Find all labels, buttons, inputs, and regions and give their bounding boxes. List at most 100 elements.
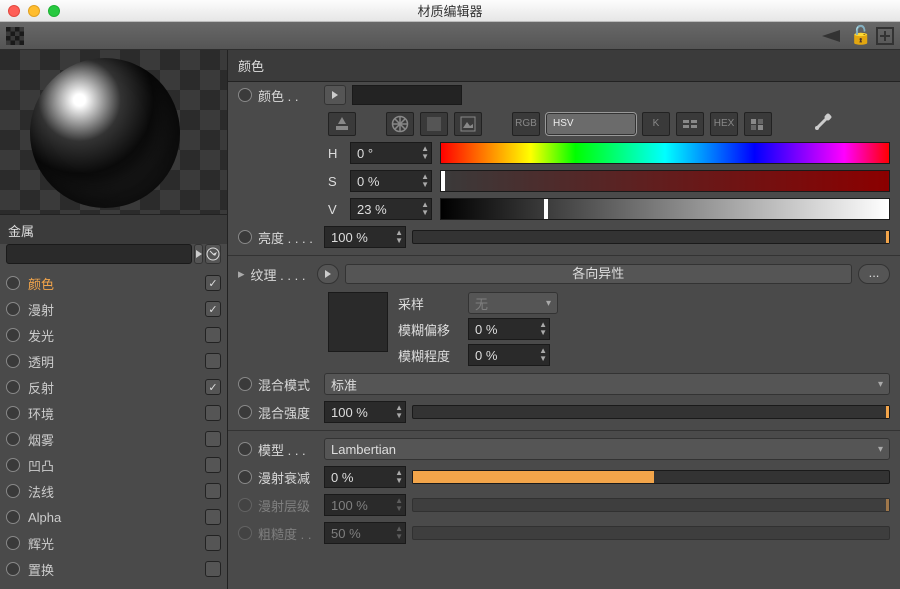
- section-header: 颜色: [228, 50, 900, 82]
- channel-radio[interactable]: [6, 276, 20, 290]
- channel-radio[interactable]: [6, 406, 20, 420]
- channel-row-6[interactable]: 烟雾: [6, 426, 221, 452]
- add-tab-icon[interactable]: [876, 27, 894, 45]
- channel-row-8[interactable]: 法线: [6, 478, 221, 504]
- v-input[interactable]: [350, 198, 432, 220]
- channel-radio[interactable]: [6, 562, 20, 576]
- blur-stepper[interactable]: ▲▼: [539, 347, 547, 363]
- h-stepper[interactable]: ▲▼: [421, 145, 429, 161]
- blend-mode-select[interactable]: 标准▾: [324, 373, 890, 395]
- h-input[interactable]: [350, 142, 432, 164]
- channel-row-5[interactable]: 环境: [6, 400, 221, 426]
- pick-button[interactable]: [205, 244, 221, 264]
- falloff-slider[interactable]: [412, 470, 890, 484]
- blur-input[interactable]: [468, 344, 550, 366]
- texture-more-button[interactable]: ...: [858, 264, 890, 284]
- channel-row-2[interactable]: 发光: [6, 322, 221, 348]
- close-window-icon[interactable]: [8, 5, 20, 17]
- color-radio[interactable]: [238, 88, 252, 102]
- brightness-slider[interactable]: [412, 230, 890, 244]
- swatches-icon[interactable]: [744, 112, 772, 136]
- channel-radio[interactable]: [6, 380, 20, 394]
- channel-radio[interactable]: [6, 302, 20, 316]
- channel-row-7[interactable]: 凹凸: [6, 452, 221, 478]
- sat-slider[interactable]: [440, 170, 890, 192]
- mixer-icon[interactable]: [676, 112, 704, 136]
- model-radio[interactable]: [238, 442, 252, 456]
- eyedropper-icon[interactable]: [812, 111, 834, 136]
- channel-row-10[interactable]: 辉光: [6, 530, 221, 556]
- blur-offset-input[interactable]: [468, 318, 550, 340]
- channel-radio[interactable]: [6, 432, 20, 446]
- falloff-stepper[interactable]: ▲▼: [395, 469, 403, 485]
- color-swatch[interactable]: [352, 85, 462, 105]
- channel-radio[interactable]: [6, 536, 20, 550]
- channel-checkbox[interactable]: [205, 353, 221, 369]
- blend-strength-stepper[interactable]: ▲▼: [395, 404, 403, 420]
- texture-nav-button[interactable]: [317, 264, 339, 284]
- color-dropdown[interactable]: [324, 85, 346, 105]
- channel-checkbox[interactable]: [205, 405, 221, 421]
- material-preview[interactable]: [0, 50, 227, 215]
- spectrum-icon[interactable]: [420, 112, 448, 136]
- nav-back-icon[interactable]: [818, 28, 846, 44]
- channel-radio[interactable]: [6, 458, 20, 472]
- val-slider[interactable]: [440, 198, 890, 220]
- maximize-window-icon[interactable]: [48, 5, 60, 17]
- rgb-mode[interactable]: RGB: [512, 112, 540, 136]
- search-dropdown[interactable]: [194, 244, 203, 264]
- material-icon[interactable]: [6, 27, 24, 45]
- channel-radio[interactable]: [6, 510, 20, 524]
- hue-slider[interactable]: [440, 142, 890, 164]
- anisotropy-button[interactable]: 各向异性: [345, 264, 852, 284]
- channel-row-0[interactable]: 颜色: [6, 270, 221, 296]
- falloff-radio[interactable]: [238, 470, 252, 484]
- channel-checkbox[interactable]: [205, 327, 221, 343]
- model-select[interactable]: Lambertian▾: [324, 438, 890, 460]
- lock-icon[interactable]: 🔓: [850, 25, 872, 46]
- channel-radio[interactable]: [6, 328, 20, 342]
- channel-row-1[interactable]: 漫射: [6, 296, 221, 322]
- sampling-select[interactable]: 无▾: [468, 292, 558, 314]
- texture-thumbnail[interactable]: [328, 292, 388, 352]
- minimize-window-icon[interactable]: [28, 5, 40, 17]
- channel-radio[interactable]: [6, 484, 20, 498]
- brightness-input[interactable]: [324, 226, 406, 248]
- brightness-radio[interactable]: [238, 230, 252, 244]
- channel-checkbox[interactable]: [205, 275, 221, 291]
- v-stepper[interactable]: ▲▼: [421, 201, 429, 217]
- s-input[interactable]: [350, 170, 432, 192]
- channel-checkbox[interactable]: [205, 431, 221, 447]
- hex-mode[interactable]: HEX: [710, 112, 738, 136]
- hsv-mode[interactable]: HSV: [546, 113, 636, 135]
- k-mode[interactable]: K: [642, 112, 670, 136]
- image-icon[interactable]: [454, 112, 482, 136]
- channel-checkbox[interactable]: [205, 483, 221, 499]
- channel-checkbox[interactable]: [205, 535, 221, 551]
- blend-strength-slider[interactable]: [412, 405, 890, 419]
- channel-checkbox[interactable]: [205, 301, 221, 317]
- color-wheel-icon[interactable]: [386, 112, 414, 136]
- falloff-input[interactable]: [324, 466, 406, 488]
- channel-row-3[interactable]: 透明: [6, 348, 221, 374]
- material-name[interactable]: 金属: [0, 215, 227, 244]
- brightness-stepper[interactable]: ▲▼: [395, 229, 403, 245]
- blend-strength-radio[interactable]: [238, 405, 252, 419]
- channel-checkbox[interactable]: [205, 379, 221, 395]
- levels-label: 漫射层级: [258, 496, 318, 515]
- channel-checkbox[interactable]: [205, 457, 221, 473]
- picker-mode-1-icon[interactable]: [328, 112, 356, 136]
- channel-row-9[interactable]: Alpha: [6, 504, 221, 530]
- channel-search-input[interactable]: [6, 244, 192, 264]
- channel-row-4[interactable]: 反射: [6, 374, 221, 400]
- channel-radio[interactable]: [6, 354, 20, 368]
- texture-expand-icon[interactable]: ▸: [238, 266, 245, 282]
- channel-checkbox[interactable]: [205, 509, 221, 525]
- blend-mode-radio[interactable]: [238, 377, 252, 391]
- channel-row-11[interactable]: 置换: [6, 556, 221, 582]
- blur-offset-stepper[interactable]: ▲▼: [539, 321, 547, 337]
- channel-checkbox[interactable]: [205, 561, 221, 577]
- channel-label: 颜色: [28, 274, 197, 293]
- blend-strength-input[interactable]: [324, 401, 406, 423]
- s-stepper[interactable]: ▲▼: [421, 173, 429, 189]
